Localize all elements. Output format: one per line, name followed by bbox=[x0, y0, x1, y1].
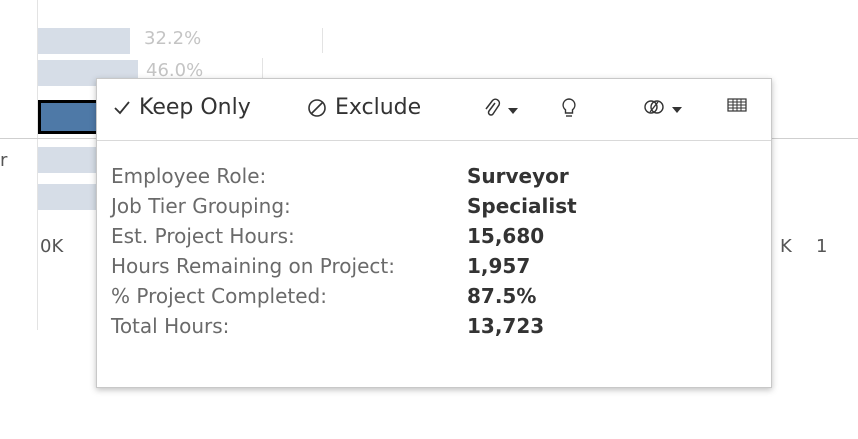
tooltip-row-job-tier: Job Tier Grouping: Specialist bbox=[111, 191, 577, 221]
tooltip-toolbar: Keep Only Exclude bbox=[97, 79, 771, 141]
field-label: Est. Project Hours: bbox=[111, 224, 295, 248]
field-value: 1,957 bbox=[467, 254, 531, 278]
tooltip-details: Employee Role: Surveyor Job Tier Groupin… bbox=[111, 161, 577, 341]
keep-only-label: Keep Only bbox=[139, 95, 251, 120]
checkmark-icon bbox=[113, 99, 131, 117]
field-value: Surveyor bbox=[467, 164, 569, 188]
exclude-label: Exclude bbox=[335, 95, 422, 120]
chevron-down-icon bbox=[671, 100, 683, 119]
paperclip-icon bbox=[483, 97, 501, 123]
exclude-icon bbox=[307, 98, 327, 118]
gridline bbox=[322, 28, 323, 53]
explain-data-button[interactable] bbox=[561, 97, 577, 123]
field-label: % Project Completed: bbox=[111, 284, 327, 308]
row-separator bbox=[772, 138, 858, 139]
field-label: Employee Role: bbox=[111, 164, 267, 188]
field-value: Specialist bbox=[467, 194, 577, 218]
field-value: 13,723 bbox=[467, 314, 545, 338]
exclude-button[interactable]: Exclude bbox=[307, 95, 421, 120]
tooltip-row-est-hours: Est. Project Hours: 15,680 bbox=[111, 221, 577, 251]
field-value: 87.5% bbox=[467, 284, 537, 308]
bar-label: 32.2% bbox=[144, 28, 202, 49]
axis-tick: K bbox=[780, 236, 792, 257]
field-label: Total Hours: bbox=[111, 314, 230, 338]
field-label: Hours Remaining on Project: bbox=[111, 254, 395, 278]
group-icon bbox=[643, 97, 665, 121]
axis-tick: 1 bbox=[816, 236, 828, 257]
tooltip-row-pct-completed: % Project Completed: 87.5% bbox=[111, 281, 577, 311]
field-value: 15,680 bbox=[467, 224, 545, 248]
field-label: Job Tier Grouping: bbox=[111, 194, 291, 218]
keep-only-button[interactable]: Keep Only bbox=[113, 95, 251, 120]
lightbulb-icon bbox=[561, 97, 577, 123]
tooltip-row-employee-role: Employee Role: Surveyor bbox=[111, 161, 577, 191]
group-members-button[interactable] bbox=[483, 97, 519, 123]
chevron-down-icon bbox=[507, 101, 519, 120]
row-label: r bbox=[0, 150, 8, 171]
view-data-button[interactable] bbox=[727, 97, 747, 117]
view-data-icon bbox=[727, 97, 747, 117]
bar[interactable] bbox=[38, 147, 96, 173]
tooltip-row-total-hours: Total Hours: 13,723 bbox=[111, 311, 577, 341]
create-group-button[interactable] bbox=[643, 97, 683, 121]
axis-tick: 0K bbox=[40, 236, 64, 257]
bar[interactable] bbox=[38, 28, 130, 54]
tooltip-row-hours-remaining: Hours Remaining on Project: 1,957 bbox=[111, 251, 577, 281]
selected-bar[interactable] bbox=[38, 100, 100, 134]
gridline bbox=[262, 58, 263, 80]
row-separator bbox=[0, 138, 96, 139]
bar[interactable] bbox=[38, 184, 96, 210]
tooltip: Keep Only Exclude Employee Role: Surveyo… bbox=[96, 78, 772, 388]
